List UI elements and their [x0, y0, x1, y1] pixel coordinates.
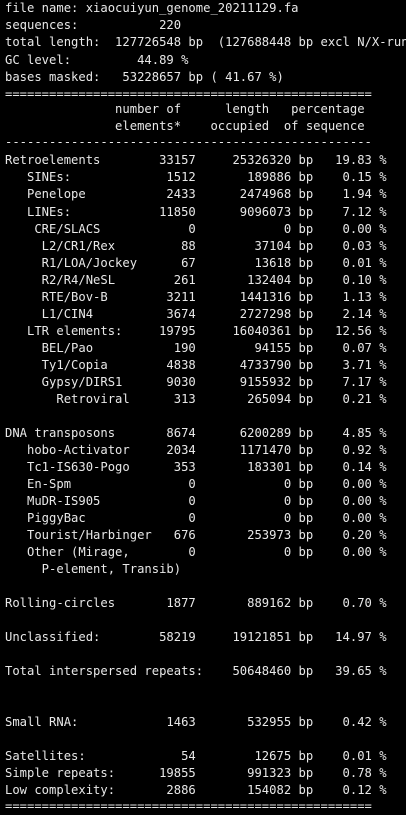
- report-line: ----------------------------------------…: [5, 135, 372, 149]
- report-line: elements* occupied of sequence: [5, 119, 365, 133]
- report-line: MuDR-IS905 0 0 bp 0.00 %: [5, 494, 387, 508]
- report-line: Other (Mirage, 0 0 bp 0.00 %: [5, 545, 387, 559]
- report-line: LTR elements: 19795 16040361 bp 12.56 %: [5, 324, 387, 338]
- report-line: bases masked: 53228657 bp ( 41.67 %): [5, 70, 284, 84]
- report-line: RTE/Bov-B 3211 1441316 bp 1.13 %: [5, 290, 387, 304]
- report-line: sequences: 220: [5, 18, 182, 32]
- report-line: L1/CIN4 3674 2727298 bp 2.14 %: [5, 307, 387, 321]
- report-line: P-element, Transib): [5, 562, 182, 576]
- report-line: PiggyBac 0 0 bp 0.00 %: [5, 511, 387, 525]
- report-line: Gypsy/DIRS1 9030 9155932 bp 7.17 %: [5, 375, 387, 389]
- report-line: L2/CR1/Rex 88 37104 bp 0.03 %: [5, 239, 387, 253]
- report-line: Rolling-circles 1877 889162 bp 0.70 %: [5, 596, 387, 610]
- report-line: Simple repeats: 19855 991323 bp 0.78 %: [5, 766, 387, 780]
- report-line: LINEs: 11850 9096073 bp 7.12 %: [5, 205, 387, 219]
- report-line: Satellites: 54 12675 bp 0.01 %: [5, 749, 387, 763]
- report-line: Retroelements 33157 25326320 bp 19.83 %: [5, 153, 387, 167]
- report-line: Small RNA: 1463 532955 bp 0.42 %: [5, 715, 387, 729]
- report-line: R2/R4/NeSL 261 132404 bp 0.10 %: [5, 273, 387, 287]
- report-line: Ty1/Copia 4838 4733790 bp 3.71 %: [5, 358, 387, 372]
- terminal-output: file name: xiaocuiyun_genome_20211129.fa…: [0, 0, 406, 813]
- report-line: SINEs: 1512 189886 bp 0.15 %: [5, 170, 387, 184]
- report-line: Total interspersed repeats: 50648460 bp …: [5, 664, 387, 678]
- report-line: hobo-Activator 2034 1171470 bp 0.92 %: [5, 443, 387, 457]
- report-line: BEL/Pao 190 94155 bp 0.07 %: [5, 341, 387, 355]
- report-line: Tourist/Harbinger 676 253973 bp 0.20 %: [5, 528, 387, 542]
- report-line: Tc1-IS630-Pogo 353 183301 bp 0.14 %: [5, 460, 387, 474]
- report-line: DNA transposons 8674 6200289 bp 4.85 %: [5, 426, 387, 440]
- report-line: number of length percentage: [5, 102, 365, 116]
- report-line: En-Spm 0 0 bp 0.00 %: [5, 477, 387, 491]
- report-line: file name: xiaocuiyun_genome_20211129.fa: [5, 1, 299, 15]
- report-line: GC level: 44.89 %: [5, 53, 189, 67]
- report-line: Low complexity: 2886 154082 bp 0.12 %: [5, 783, 387, 797]
- report-line: CRE/SLACS 0 0 bp 0.00 %: [5, 222, 387, 236]
- report-line: total length: 127726548 bp (127688448 bp…: [5, 35, 406, 49]
- report-line: ========================================…: [5, 799, 372, 813]
- report-line: R1/LOA/Jockey 67 13618 bp 0.01 %: [5, 256, 387, 270]
- report-line: Penelope 2433 2474968 bp 1.94 %: [5, 187, 387, 201]
- report-line: Retroviral 313 265094 bp 0.21 %: [5, 392, 387, 406]
- report-line: Unclassified: 58219 19121851 bp 14.97 %: [5, 630, 387, 644]
